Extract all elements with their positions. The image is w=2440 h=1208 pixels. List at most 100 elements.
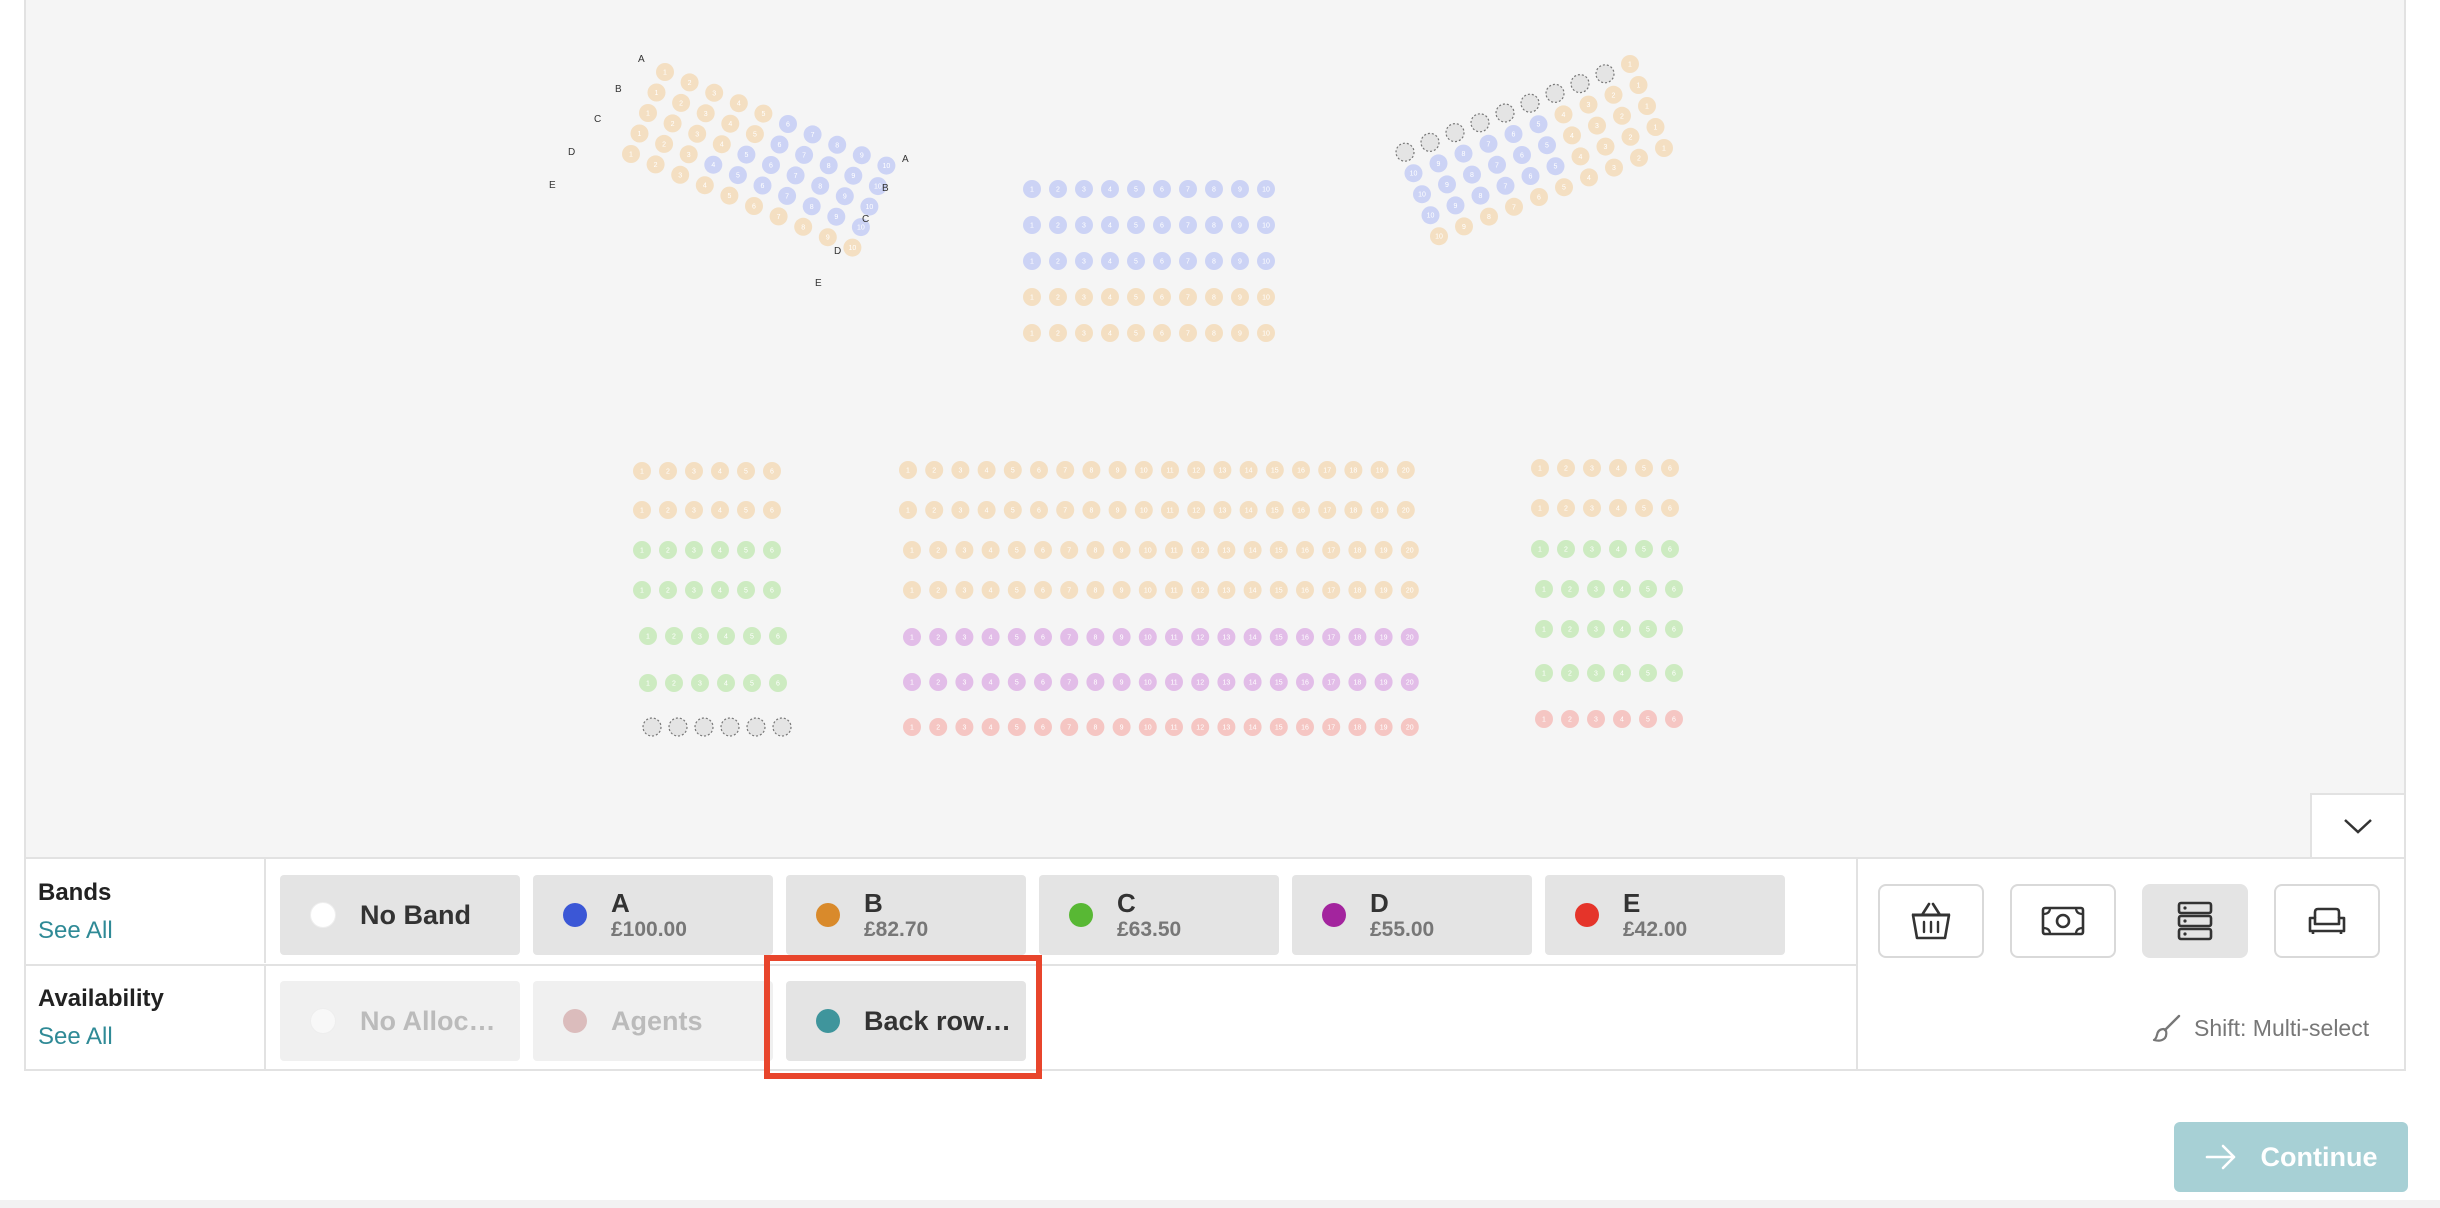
seat[interactable]: 3 — [955, 673, 974, 691]
seat[interactable]: 6 — [763, 541, 781, 559]
seat[interactable]: 7 — [1505, 197, 1523, 216]
seat[interactable]: 3 — [685, 501, 703, 519]
seat[interactable]: 6 — [1030, 461, 1048, 479]
seat[interactable]: 5 — [1639, 664, 1657, 682]
seat[interactable]: 1 — [903, 581, 921, 599]
seat[interactable]: 9 — [1112, 628, 1131, 646]
seat[interactable]: 1 — [1531, 459, 1549, 477]
seat[interactable]: 10 — [860, 197, 879, 216]
seat[interactable]: 3 — [1587, 580, 1605, 598]
seat[interactable]: 6 — [1153, 288, 1171, 306]
seat[interactable]: 4 — [1101, 252, 1119, 270]
seat[interactable]: 3 — [1588, 116, 1606, 135]
seat[interactable]: 1 — [1535, 664, 1553, 682]
seat[interactable]: 19 — [1370, 461, 1389, 479]
seat[interactable] — [1395, 142, 1415, 162]
seat[interactable]: 9 — [852, 146, 871, 165]
seat[interactable]: 13 — [1217, 628, 1236, 646]
seat[interactable]: 9 — [835, 187, 854, 206]
seat[interactable]: 8 — [1205, 216, 1223, 234]
seat[interactable]: 9 — [1438, 175, 1456, 194]
seat[interactable]: 7 — [1060, 718, 1079, 736]
seat[interactable]: 6 — [769, 674, 787, 692]
seat[interactable]: 5 — [743, 627, 761, 645]
seat[interactable]: 2 — [665, 674, 683, 692]
seat[interactable]: 19 — [1374, 541, 1393, 559]
seat[interactable]: 11 — [1165, 581, 1183, 599]
seat[interactable]: 6 — [1665, 580, 1683, 598]
seat[interactable]: 17 — [1318, 461, 1337, 479]
seat[interactable]: 14 — [1243, 628, 1262, 646]
seat[interactable]: 3 — [955, 581, 974, 599]
availability-back-row-button[interactable]: Back row… — [786, 981, 1026, 1061]
seat[interactable]: 10 — [1138, 718, 1157, 736]
seat[interactable]: 5 — [1127, 288, 1145, 306]
seat[interactable]: 16 — [1296, 673, 1314, 691]
seat[interactable]: 10 — [1138, 673, 1157, 691]
seat[interactable] — [1495, 103, 1515, 123]
availability-mode-button[interactable] — [2142, 884, 2248, 958]
seat[interactable]: 6 — [1034, 581, 1052, 599]
seat[interactable]: 1 — [1646, 118, 1665, 136]
seat[interactable]: 19 — [1374, 718, 1393, 736]
seat[interactable]: 3 — [696, 104, 715, 123]
seat[interactable]: 17 — [1322, 718, 1341, 736]
seat[interactable]: 7 — [1060, 541, 1079, 559]
seat[interactable]: 4 — [1609, 499, 1627, 517]
seat[interactable]: 4 — [717, 627, 735, 645]
seat[interactable] — [1445, 123, 1465, 143]
seat[interactable]: 2 — [1049, 216, 1067, 234]
seat[interactable]: 2 — [1049, 288, 1067, 306]
seat[interactable]: 10 — [1413, 185, 1431, 204]
seat[interactable] — [720, 717, 740, 737]
seat[interactable]: 1 — [1535, 580, 1553, 598]
seat[interactable]: 7 — [1060, 673, 1079, 691]
seat[interactable]: 9 — [1429, 154, 1448, 173]
seat[interactable]: 6 — [745, 197, 763, 215]
seat[interactable]: 19 — [1370, 501, 1389, 519]
seat[interactable]: 2 — [672, 93, 691, 112]
seat[interactable]: 2 — [1604, 85, 1623, 104]
seat[interactable]: 8 — [1086, 541, 1105, 559]
seat-map[interactable]: 1234567891012345678910123456789101234567… — [0, 0, 2440, 857]
seat[interactable]: 6 — [1661, 459, 1679, 477]
seat[interactable]: 7 — [1488, 155, 1506, 174]
seat[interactable]: 20 — [1400, 541, 1419, 559]
seat[interactable]: 3 — [671, 165, 690, 184]
seat[interactable]: 4 — [977, 501, 996, 519]
seat[interactable]: 5 — [737, 581, 755, 599]
seat[interactable]: 8 — [1205, 252, 1223, 270]
seat[interactable]: 6 — [1513, 146, 1531, 164]
seat[interactable]: 6 — [1661, 540, 1679, 558]
seat[interactable]: 7 — [1179, 216, 1197, 234]
seat[interactable]: 2 — [659, 501, 677, 519]
seat[interactable]: 4 — [1554, 105, 1573, 124]
seat[interactable]: 7 — [1179, 252, 1197, 270]
seat[interactable]: 3 — [1583, 499, 1601, 517]
seat[interactable]: 16 — [1292, 461, 1310, 479]
seat[interactable]: 2 — [925, 501, 944, 519]
seat[interactable]: 18 — [1348, 718, 1367, 736]
seat[interactable]: 19 — [1374, 628, 1393, 646]
seat[interactable]: 15 — [1269, 718, 1288, 736]
seat[interactable]: 4 — [711, 462, 729, 480]
seat[interactable] — [1520, 93, 1540, 113]
seat[interactable]: 1 — [899, 501, 917, 519]
seat[interactable]: 12 — [1191, 628, 1210, 646]
seat[interactable]: 10 — [1257, 252, 1275, 270]
seat[interactable]: 3 — [951, 501, 970, 519]
seat[interactable]: 19 — [1374, 581, 1393, 599]
seat[interactable]: 4 — [721, 114, 740, 133]
seat[interactable]: 1 — [899, 461, 917, 479]
seat[interactable]: 5 — [1127, 324, 1145, 342]
seat[interactable]: 9 — [1112, 581, 1131, 599]
seat[interactable]: 4 — [695, 176, 714, 195]
seat[interactable]: 2 — [1557, 540, 1575, 558]
seat[interactable]: 2 — [1557, 499, 1575, 517]
basket-button[interactable] — [1878, 884, 1984, 958]
seat[interactable]: 1 — [633, 581, 651, 599]
seat[interactable]: 4 — [1613, 620, 1631, 638]
seat[interactable] — [772, 717, 792, 737]
seat[interactable]: 1 — [1531, 540, 1549, 558]
seat[interactable]: 1 — [1655, 139, 1673, 157]
